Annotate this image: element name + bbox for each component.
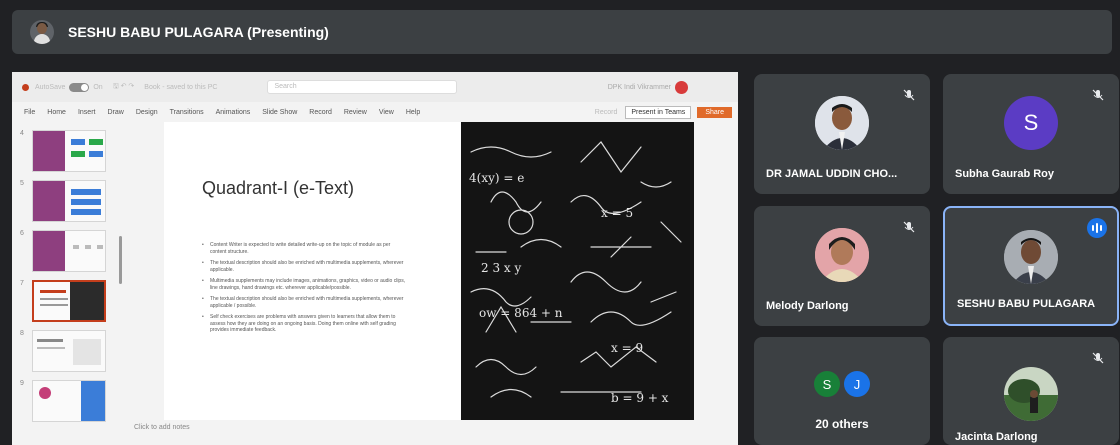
quick-access-icons[interactable]: 🖫 ↶ ↷ bbox=[113, 82, 135, 93]
slide-thumbnail[interactable] bbox=[32, 330, 106, 372]
avatar: J bbox=[844, 371, 870, 397]
ribbon-tabs: File Home Insert Draw Design Transitions… bbox=[12, 102, 738, 122]
notes-placeholder[interactable]: Click to add notes bbox=[134, 424, 190, 431]
slide-bullets: Content Writer is expected to write deta… bbox=[202, 242, 407, 339]
bullet-item: Content Writer is expected to write deta… bbox=[202, 242, 407, 255]
participant-name: Subha Gaurab Roy bbox=[955, 168, 1055, 180]
shared-screen: AutoSave On 🖫 ↶ ↷ Book - saved to this P… bbox=[12, 72, 738, 445]
autosave-label: AutoSave bbox=[35, 83, 66, 91]
account-name[interactable]: DPK Indi Vikrammer bbox=[608, 84, 671, 91]
search-input[interactable]: Search bbox=[267, 80, 458, 94]
participant-tile-active-speaker[interactable]: SESHU BABU PULAGARA bbox=[943, 206, 1119, 326]
present-in-teams-button[interactable]: Present in Teams bbox=[625, 105, 692, 119]
svg-text:x = 9: x = 9 bbox=[611, 341, 643, 355]
slide-number: 5 bbox=[20, 180, 24, 187]
avatar bbox=[815, 96, 869, 150]
avatar bbox=[1004, 367, 1058, 421]
avatar: S bbox=[1004, 96, 1058, 150]
tab-transitions[interactable]: Transitions bbox=[170, 109, 204, 116]
svg-text:4(xy) = e: 4(xy) = e bbox=[469, 171, 524, 185]
slide-number: 4 bbox=[20, 130, 24, 137]
slide-thumbnails: 4 5 6 7 8 9 bbox=[12, 122, 134, 445]
bullet-item: The textual description should also be e… bbox=[202, 260, 407, 273]
doc-title: Book - saved to this PC bbox=[144, 83, 218, 91]
svg-text:x = 5: x = 5 bbox=[601, 206, 633, 220]
participant-tile[interactable]: Melody Darlong bbox=[754, 206, 930, 326]
current-slide: Quadrant-I (e-Text) Content Writer is ex… bbox=[164, 122, 694, 420]
others-count: 20 others bbox=[815, 417, 869, 431]
mic-off-icon bbox=[903, 221, 915, 233]
participant-tile[interactable]: DR JAMAL UDDIN CHO... bbox=[754, 74, 930, 194]
tab-animations[interactable]: Animations bbox=[216, 109, 251, 116]
slide-thumbnail-selected[interactable] bbox=[32, 280, 106, 322]
tab-home[interactable]: Home bbox=[47, 109, 66, 116]
avatar: S bbox=[814, 371, 840, 397]
bullet-item: Multimedia supplements may include image… bbox=[202, 278, 407, 291]
tab-record[interactable]: Record bbox=[309, 109, 332, 116]
speaking-indicator-icon bbox=[1087, 218, 1107, 238]
slide-number: 6 bbox=[20, 230, 24, 237]
mic-off-icon bbox=[1092, 352, 1104, 364]
mic-off-icon bbox=[903, 89, 915, 101]
autosave-toggle[interactable] bbox=[69, 82, 90, 92]
tab-design[interactable]: Design bbox=[136, 109, 158, 116]
participant-name: SESHU BABU PULAGARA bbox=[957, 298, 1096, 310]
svg-text:ow = 864 + n: ow = 864 + n bbox=[479, 306, 563, 320]
avatar bbox=[1004, 230, 1058, 284]
tab-file[interactable]: File bbox=[24, 109, 35, 116]
bullet-item: The textual description should also be e… bbox=[202, 296, 407, 309]
avatar bbox=[815, 228, 869, 282]
participant-name: Melody Darlong bbox=[766, 300, 849, 312]
participant-name: Jacinta Darlong bbox=[955, 431, 1038, 443]
participant-tile[interactable]: Jacinta Darlong bbox=[943, 337, 1119, 445]
presenter-avatar bbox=[30, 20, 54, 44]
slide-thumbnail[interactable] bbox=[32, 230, 106, 272]
slide-title: Quadrant-I (e-Text) bbox=[202, 178, 355, 198]
mic-off-icon bbox=[1092, 89, 1104, 101]
tab-draw[interactable]: Draw bbox=[107, 109, 123, 116]
presenter-bar: SESHU BABU PULAGARA (Presenting) bbox=[12, 10, 1112, 54]
ppt-titlebar: AutoSave On 🖫 ↶ ↷ Book - saved to this P… bbox=[12, 72, 738, 102]
toggle-state: On bbox=[93, 83, 103, 91]
slide-thumbnail[interactable] bbox=[32, 130, 106, 172]
tab-insert[interactable]: Insert bbox=[78, 109, 96, 116]
record-button[interactable]: Record bbox=[595, 109, 618, 116]
svg-text:b = 9 + x: b = 9 + x bbox=[611, 391, 669, 405]
chalkboard-image: 4(xy) = e x = 5 2 3 x y ow = 864 + n x =… bbox=[461, 122, 694, 420]
tab-review[interactable]: Review bbox=[344, 109, 367, 116]
thumbnail-scrollbar[interactable] bbox=[119, 236, 122, 284]
slide-number: 7 bbox=[20, 280, 24, 287]
slide-number: 8 bbox=[20, 330, 24, 337]
participant-tile[interactable]: S Subha Gaurab Roy bbox=[943, 74, 1119, 194]
others-tile[interactable]: S J 20 others bbox=[754, 337, 930, 445]
share-button[interactable]: Share bbox=[697, 106, 732, 118]
powerpoint-icon bbox=[22, 83, 29, 91]
presenter-name: SESHU BABU PULAGARA (Presenting) bbox=[68, 24, 329, 40]
slide-number: 9 bbox=[20, 380, 24, 387]
participant-name: DR JAMAL UDDIN CHO... bbox=[766, 168, 898, 180]
svg-text:2 3 x y: 2 3 x y bbox=[481, 261, 521, 275]
slide-thumbnail[interactable] bbox=[32, 180, 106, 222]
tab-slide-show[interactable]: Slide Show bbox=[262, 109, 297, 116]
tab-help[interactable]: Help bbox=[406, 109, 420, 116]
bullet-item: Self check exercises are problems with a… bbox=[202, 314, 407, 334]
tab-view[interactable]: View bbox=[379, 109, 394, 116]
account-avatar[interactable] bbox=[675, 80, 688, 94]
slide-thumbnail[interactable] bbox=[32, 380, 106, 422]
